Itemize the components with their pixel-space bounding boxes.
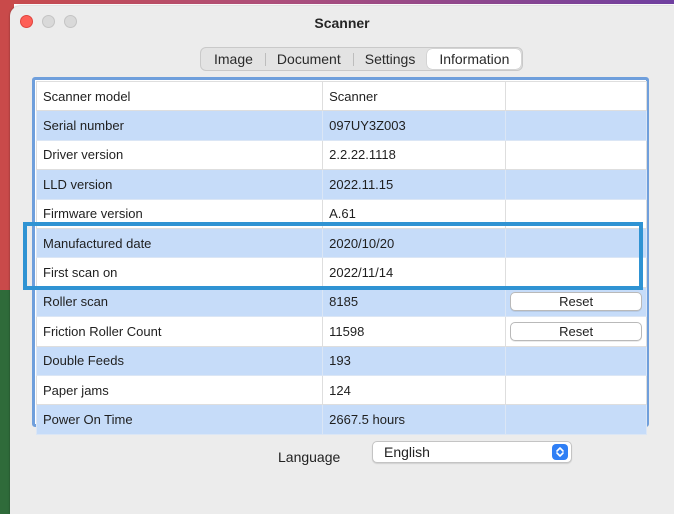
information-panel: Scanner model Scanner Serial number 097U… <box>32 77 649 435</box>
table-row: First scan on 2022/11/14 <box>35 257 647 288</box>
row-value: 2022/11/14 <box>322 257 507 288</box>
row-value: 2.2.22.1118 <box>322 139 507 171</box>
row-value: Scanner <box>322 80 507 112</box>
row-label: First scan on <box>35 257 324 288</box>
chevron-up-down-icon <box>552 444 568 460</box>
table-row: Friction Roller Count 11598 Reset <box>35 316 647 347</box>
row-value: 124 <box>322 374 507 406</box>
row-value: 8185 <box>322 286 507 318</box>
row-value: 11598 <box>322 316 507 347</box>
table-row: Double Feeds 193 <box>35 345 647 376</box>
language-label: Language <box>278 449 341 465</box>
row-action-cell <box>505 198 647 229</box>
row-label: Firmware version <box>35 198 324 229</box>
reset-friction-roller-button[interactable]: Reset <box>510 321 643 341</box>
row-label: Driver version <box>35 139 324 171</box>
row-value: 2020/10/20 <box>322 227 507 259</box>
row-action-cell <box>505 169 647 200</box>
row-label: LLD version <box>35 169 324 200</box>
window-title: Scanner <box>314 15 370 31</box>
language-select[interactable]: English <box>372 441 572 463</box>
tab-bar: Image Document Settings Information <box>200 47 524 71</box>
language-selected-value: English <box>384 444 430 460</box>
table-row: Power On Time 2667.5 hours <box>35 404 647 435</box>
information-table: Scanner model Scanner Serial number 097U… <box>35 80 647 435</box>
row-label: Scanner model <box>35 80 324 112</box>
tab-document[interactable]: Document <box>264 49 353 69</box>
row-action-cell <box>505 110 647 141</box>
row-label: Manufactured date <box>35 227 324 259</box>
desktop-background-top <box>0 0 674 4</box>
row-value: 193 <box>322 345 507 376</box>
row-label: Serial number <box>35 110 324 141</box>
table-row: Roller scan 8185 Reset <box>35 286 647 318</box>
tab-image[interactable]: Image <box>202 49 265 69</box>
table-row: LLD version 2022.11.15 <box>35 169 647 200</box>
row-value: A.61 <box>322 198 507 229</box>
table-row: Manufactured date 2020/10/20 <box>35 227 647 259</box>
row-value: 2022.11.15 <box>322 169 507 200</box>
table-row: Paper jams 124 <box>35 374 647 406</box>
table-row: Serial number 097UY3Z003 <box>35 110 647 141</box>
row-label: Power On Time <box>35 404 324 435</box>
row-label: Friction Roller Count <box>35 316 324 347</box>
row-label: Roller scan <box>35 286 324 318</box>
table-row: Firmware version A.61 <box>35 198 647 229</box>
row-action-cell <box>505 80 647 112</box>
row-value: 2667.5 hours <box>322 404 507 435</box>
tab-information[interactable]: Information <box>427 49 522 69</box>
row-action-cell <box>505 404 647 435</box>
row-action-cell <box>505 139 647 171</box>
table-row: Scanner model Scanner <box>35 80 647 112</box>
row-value: 097UY3Z003 <box>322 110 507 141</box>
row-label: Paper jams <box>35 374 324 406</box>
title-bar: Scanner <box>10 6 674 42</box>
row-action-cell <box>505 374 647 406</box>
row-action-cell <box>505 257 647 288</box>
row-action-cell <box>505 345 647 376</box>
table-row: Driver version 2.2.22.1118 <box>35 139 647 171</box>
row-action-cell: Reset <box>505 286 647 318</box>
row-action-cell <box>505 227 647 259</box>
tab-settings[interactable]: Settings <box>352 49 428 69</box>
row-label: Double Feeds <box>35 345 324 376</box>
row-action-cell: Reset <box>505 316 647 347</box>
reset-roller-scan-button[interactable]: Reset <box>510 292 643 312</box>
